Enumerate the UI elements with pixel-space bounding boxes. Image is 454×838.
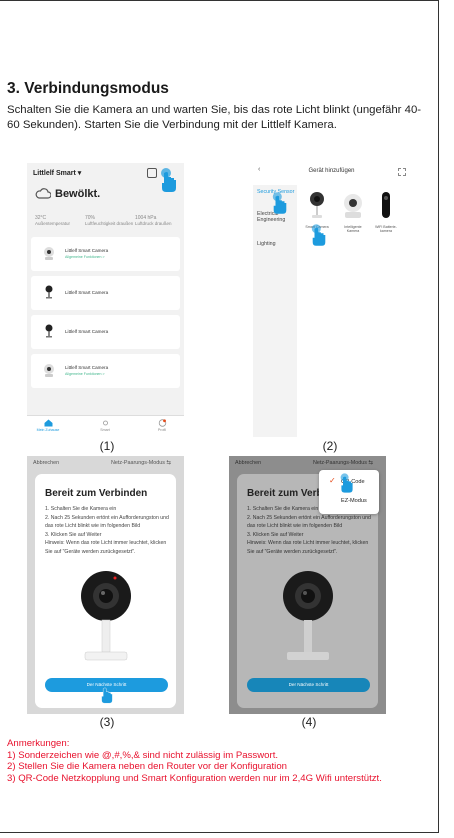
caption-4: (4) (301, 715, 317, 729)
tap-hand-icon (311, 224, 326, 246)
tap-hand-icon (101, 687, 113, 704)
intro-paragraph: Schalten Sie die Kamera an und warten Si… (7, 104, 422, 131)
section-heading: 3. Verbindungsmodus (7, 80, 169, 97)
device-card[interactable]: Littlelf Smart Camera (31, 276, 180, 310)
caption-1: (1) (99, 439, 115, 453)
device-name: Littlelf Smart Camera (65, 290, 109, 295)
screenshot-ready-to-connect: Abbrechen Netz-Paarungs-Modus ⇆ Bereit z… (27, 456, 184, 714)
tab-bar: Mein Zuhause Smart Profil (27, 415, 184, 437)
caption-3: (3) (99, 715, 115, 729)
device-card[interactable]: Littlelf Smart Camera Allgemeine Funktio… (31, 237, 180, 271)
camera-illustration (283, 571, 333, 660)
ready-steps: 1. Schalten Sie die Kamera ein 2. Nach 2… (45, 506, 169, 555)
stat-humidity: 70% Luftfeuchtigkeit draußen (85, 215, 134, 226)
tab-smart[interactable]: Smart (90, 419, 120, 432)
tap-hand-icon (340, 473, 353, 493)
camera-product-icon[interactable] (309, 191, 325, 219)
device-option[interactable]: WiFi Batterie-kamera (371, 225, 401, 233)
tap-hand-icon (272, 192, 287, 214)
remarks-title: Anmerkungen: (7, 738, 70, 749)
ready-sheet: Bereit zum Verbinden 1. Schalten Sie die… (35, 474, 176, 708)
dome-camera-icon (44, 247, 54, 260)
cloud-icon (35, 188, 51, 199)
tab-profile[interactable]: Profil (147, 419, 177, 432)
remark-item: 2) Stellen Sie die Kamera neben den Rout… (7, 761, 287, 772)
mode-popup: ✓ QR-Code EZ-Modus (319, 470, 379, 514)
category-lighting[interactable]: Lighting (257, 241, 276, 247)
expand-icon[interactable] (398, 168, 406, 176)
camera-illustration (81, 571, 131, 661)
device-name: Littlelf Smart Camera (65, 329, 109, 334)
screenshot-mode-select: Abbrechen Netz-Paarungs-Modus ⇆ Bereit z… (229, 456, 386, 714)
device-card[interactable]: Littlelf Smart Camera Allgemeine Funktio… (31, 354, 180, 388)
device-sub: Allgemeine Funktionen > (65, 255, 105, 259)
stat-pressure: 1004 hPa Luftdruck draußen (135, 215, 172, 226)
top-rule (0, 0, 438, 1)
device-sub: Allgemeine Funktionen > (65, 372, 105, 376)
tab-home[interactable]: Mein Zuhause (33, 419, 63, 432)
cancel-link[interactable]: Abbrechen (33, 460, 59, 466)
dome-camera-icon (44, 364, 54, 377)
weather-label: Bewölkt. (55, 188, 101, 200)
tap-hand-icon (161, 168, 176, 192)
device-name: Littlelf Smart Camera (65, 248, 109, 253)
profile-icon (158, 419, 166, 427)
scan-icon[interactable] (147, 168, 157, 178)
next-step-button[interactable]: Der Nächste Schritt (247, 678, 370, 692)
stick-camera-icon (45, 324, 53, 338)
sun-icon (102, 420, 108, 426)
dome-camera-product-icon[interactable] (342, 193, 364, 219)
remark-item: 3) QR-Code Netzkopplung und Smart Konfig… (7, 772, 382, 784)
pairing-mode-toggle[interactable]: Netz-Paarungs-Modus ⇆ (111, 460, 171, 466)
popup-ez-mode[interactable]: EZ-Modus (341, 498, 367, 504)
cancel-link[interactable]: Abbrechen (235, 460, 261, 466)
screenshot-add-device: ‹ Gerät hinzufügen Security Sensor Elect… (253, 163, 410, 437)
home-header[interactable]: Littlelf Smart ▾ (33, 169, 81, 177)
stick-camera-icon (45, 285, 53, 299)
add-device-title: Gerät hinzufügen (308, 168, 355, 174)
device-option[interactable]: Intelligente Kamera (338, 225, 368, 233)
pairing-mode-toggle[interactable]: Netz-Paarungs-Modus ⇆ (313, 460, 373, 466)
stat-temperature: 32°C Außentemperatur (35, 215, 71, 226)
screenshot-home: Littlelf Smart ▾ Bewölkt. 32°C Außentempe… (27, 163, 184, 437)
ready-title: Bereit zum Verbinden (45, 488, 148, 499)
device-card[interactable]: Littlelf Smart Camera (31, 315, 180, 349)
category-sidebar: Security Sensor Electrical Engineering L… (253, 185, 297, 437)
device-name: Littlelf Smart Camera (65, 365, 109, 370)
remark-item: 1) Sonderzeichen wie @,#,%,& sind nicht … (7, 749, 279, 761)
check-icon: ✓ (329, 476, 336, 485)
remarks: Anmerkungen: 1) Sonderzeichen wie @,#,%,… (7, 738, 437, 784)
battery-camera-product-icon[interactable] (381, 191, 391, 219)
caption-2: (2) (322, 439, 338, 453)
home-icon (44, 419, 52, 427)
